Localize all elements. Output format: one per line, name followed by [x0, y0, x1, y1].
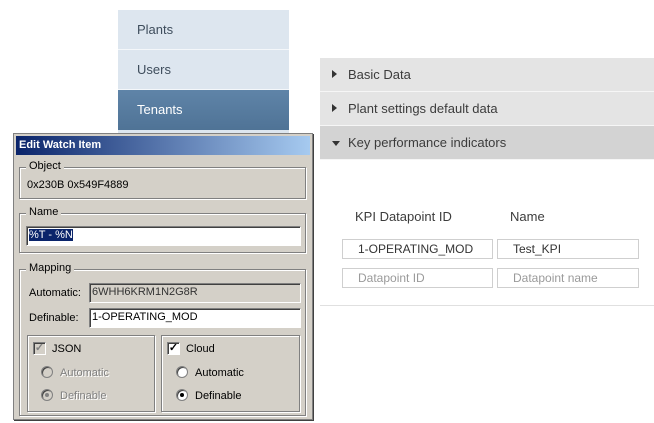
name-group-label: Name	[26, 206, 62, 218]
sidebar-item-label: Tenants	[137, 102, 183, 117]
name-input-text: %T - %N	[29, 229, 73, 241]
edit-watch-item-dialog: Edit Watch Item Object 0x230B 0x549F4889…	[13, 133, 313, 420]
json-checkbox-label: JSON	[52, 343, 82, 355]
name-group: Name %T - %N	[19, 206, 306, 253]
caret-right-icon	[332, 104, 337, 112]
sidebar-item-label: Users	[137, 62, 171, 77]
cloud-automatic-radio[interactable]	[176, 366, 188, 378]
section-label: Basic Data	[348, 67, 411, 82]
new-name-input[interactable]: Datapoint name	[497, 268, 639, 288]
section-label: Key performance indicators	[348, 135, 507, 150]
section-kpi[interactable]: Key performance indicators	[320, 126, 654, 160]
json-definable-label: Definable	[60, 390, 107, 402]
sidebar-item-tenants[interactable]: Tenants	[118, 90, 289, 130]
dialog-titlebar[interactable]: Edit Watch Item	[16, 136, 310, 155]
json-automatic-radio[interactable]	[41, 366, 53, 378]
automatic-label: Automatic:	[29, 287, 81, 299]
json-definable-radio[interactable]	[41, 389, 53, 401]
section-plant-settings[interactable]: Plant settings default data	[320, 92, 654, 126]
radio-selected-icon	[180, 393, 184, 397]
caret-right-icon	[332, 70, 337, 78]
name-input[interactable]: %T - %N	[26, 226, 301, 246]
automatic-field: 6WHH6KRM1N2G8R	[89, 283, 301, 303]
radio-selected-icon	[45, 393, 49, 397]
kpi-datapoint-column-header: KPI Datapoint ID	[355, 209, 452, 224]
checkbox-checked-icon: ✓	[168, 342, 179, 354]
section-basic-data[interactable]: Basic Data	[320, 58, 654, 92]
caret-down-icon	[332, 141, 340, 146]
sidebar-item-plants[interactable]: Plants	[118, 10, 289, 50]
cloud-definable-radio[interactable]	[176, 389, 188, 401]
sidebar-item-label: Plants	[137, 22, 174, 37]
kpi-section-body: KPI Datapoint ID Name 1-OPERATING_MOD Te…	[320, 160, 654, 306]
kpi-name-input[interactable]: Test_KPI	[497, 239, 639, 259]
cloud-definable-label: Definable	[195, 390, 242, 402]
new-datapoint-input[interactable]: Datapoint ID	[342, 268, 493, 288]
object-value: 0x230B 0x549F4889	[27, 179, 129, 191]
cloud-checkbox[interactable]: ✓	[167, 342, 180, 355]
kpi-datapoint-input[interactable]: 1-OPERATING_MOD	[342, 239, 493, 259]
sidebar-item-users[interactable]: Users	[118, 50, 289, 90]
checkbox-checked-icon: ✓	[34, 342, 45, 354]
mapping-group: Mapping Automatic: 6WHH6KRM1N2G8R Defina…	[19, 262, 306, 416]
sidebar-nav: Plants Users Tenants	[118, 10, 289, 142]
settings-accordion: Basic Data Plant settings default data K…	[320, 58, 654, 306]
json-checkbox[interactable]: ✓	[33, 342, 46, 355]
json-automatic-label: Automatic	[60, 367, 109, 379]
mapping-group-label: Mapping	[26, 262, 75, 274]
object-group: Object 0x230B 0x549F4889	[19, 160, 306, 199]
section-label: Plant settings default data	[348, 101, 498, 116]
definable-label: Definable:	[29, 312, 79, 324]
cloud-automatic-label: Automatic	[195, 367, 244, 379]
kpi-name-column-header: Name	[510, 209, 545, 224]
definable-field[interactable]: 1-OPERATING_MOD	[89, 308, 301, 328]
cloud-checkbox-label: Cloud	[186, 343, 215, 355]
object-group-label: Object	[26, 160, 64, 172]
cloud-group: ✓ Cloud Automatic Definable	[161, 335, 300, 412]
json-group: ✓ JSON Automatic Definable	[27, 335, 155, 412]
